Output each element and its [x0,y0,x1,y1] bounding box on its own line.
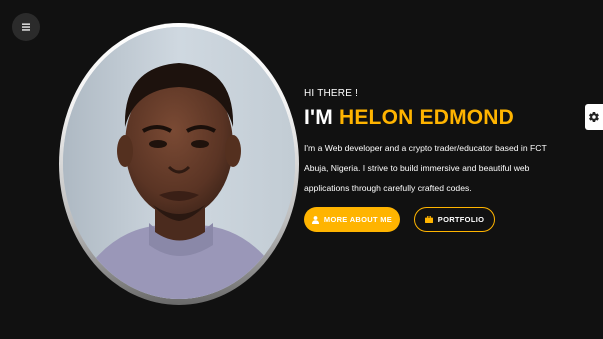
page: HI THERE ! I'M HELON EDMOND I'm a Web de… [0,0,603,339]
hamburger-icon [22,23,30,31]
hero-name: HELON EDMOND [338,106,515,129]
menu-button[interactable] [12,13,40,41]
hero-section: HI THERE ! I'M HELON EDMOND I'm a Web de… [304,88,594,233]
more-about-me-button[interactable]: MORE ABOUT ME [304,207,400,233]
hero-greeting: I'M [304,106,333,129]
hero-eyebrow: HI THERE ! [304,88,359,99]
user-icon [311,215,319,224]
more-about-me-label: MORE ABOUT ME [323,215,393,225]
portfolio-label: PORTFOLIO [437,215,485,225]
briefcase-icon [424,216,433,224]
profile-photo [63,27,295,299]
portfolio-button[interactable]: PORTFOLIO [414,207,495,233]
hero-bio: I'm a Web developer and a crypto trader/… [304,143,547,194]
hero-actions: MORE ABOUT ME PORTFOLIO [304,207,594,233]
hero-headline: I'M HELON EDMOND [304,105,594,130]
